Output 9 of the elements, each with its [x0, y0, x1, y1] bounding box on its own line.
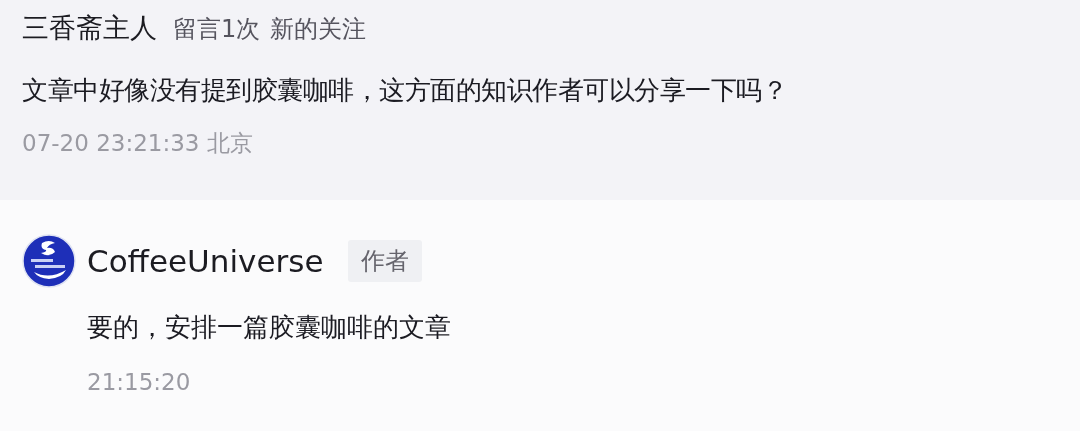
author-badge: 作者 [348, 240, 423, 282]
commenter-meta: 新的关注 [270, 14, 367, 45]
reply-author[interactable]: CoffeeUniverse [87, 243, 324, 279]
reply-time: 21:15:20 [87, 369, 192, 395]
commenter-name[interactable]: 三香斋主人 [22, 10, 157, 46]
reply-text: 要的，安排一篇胶囊咖啡的文章 [87, 311, 452, 344]
comment-text: 文章中好像没有提到胶囊咖啡，这方面的知识作者可以分享一下吗？ [22, 74, 788, 107]
comment-time: 07-20 23:21:33 北京 [22, 129, 254, 158]
commenter-meta: 留言1次 [173, 14, 261, 45]
